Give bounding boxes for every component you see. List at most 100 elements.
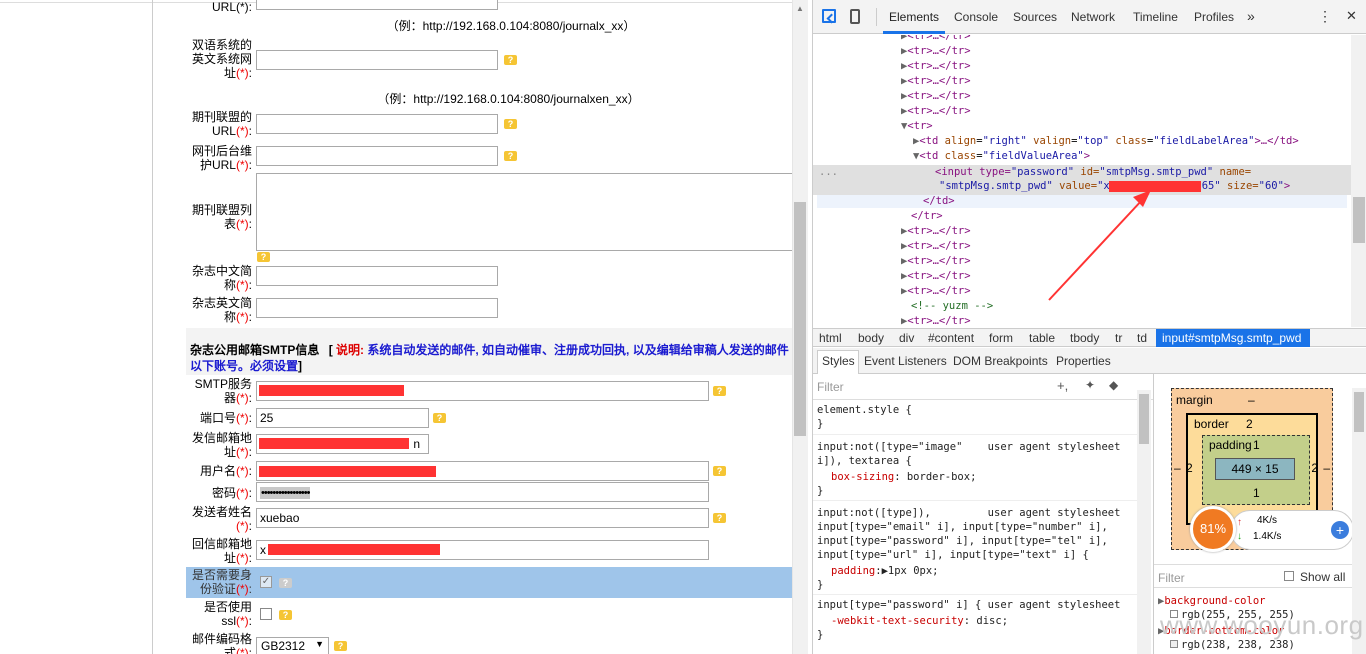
redaction — [259, 385, 404, 396]
tab-styles[interactable]: Styles — [822, 354, 855, 368]
port-input[interactable]: 25 — [256, 408, 429, 428]
journal-url-input[interactable] — [256, 0, 498, 10]
alliance-url-input[interactable] — [256, 114, 498, 134]
divider — [876, 8, 877, 26]
breadcrumb-item[interactable]: tr — [1115, 331, 1122, 345]
device-mode-icon[interactable] — [850, 9, 860, 24]
section-title: 杂志公用邮箱SMTP信息 — [190, 343, 320, 357]
help-icon[interactable]: ? — [334, 641, 347, 651]
alliance-url-label: 期刊联盟的 URL(*): — [191, 110, 252, 138]
tab-elements[interactable]: Elements — [889, 10, 939, 24]
tree-node[interactable]: ▶<tr>…</tr> — [901, 74, 971, 89]
breadcrumb-item-selected[interactable]: input#smtpMsg.smtp_pwd — [1162, 331, 1301, 345]
tab-timeline[interactable]: Timeline — [1133, 10, 1178, 24]
tab-dom-breakpoints[interactable]: DOM Breakpoints — [953, 354, 1048, 368]
tab-console[interactable]: Console — [954, 10, 998, 24]
box-model-padding: padding 1 449 × 15 1 — [1202, 435, 1310, 505]
computed-prop[interactable]: background-color — [1164, 595, 1265, 607]
tree-node[interactable]: ▶<tr>…</tr> — [901, 284, 971, 299]
tree-node[interactable]: </tr> — [911, 209, 943, 224]
help-icon[interactable]: ? — [713, 466, 726, 476]
styles-filter-input[interactable]: Filter — [817, 380, 844, 394]
tree-node[interactable]: ▶<tr>…</tr> — [901, 224, 971, 239]
new-rule-icon[interactable]: +, — [1057, 378, 1068, 393]
redaction — [259, 438, 409, 449]
help-icon[interactable]: ? — [504, 151, 517, 161]
cn-abbr-input[interactable] — [256, 266, 498, 286]
plus-icon[interactable]: + — [1331, 521, 1349, 539]
upload-arrow-icon: ↑ — [1237, 517, 1242, 528]
scrollbar-thumb[interactable] — [1139, 394, 1149, 444]
tree-comment[interactable]: <!-- yuzm --> — [911, 299, 993, 314]
tree-scrollbar[interactable] — [1351, 35, 1366, 327]
breadcrumb-item[interactable]: tbody — [1070, 331, 1099, 345]
cpu-gauge[interactable]: 81% — [1190, 506, 1236, 552]
breadcrumb-item[interactable]: html — [819, 331, 842, 345]
tree-node[interactable]: ▶<tr>…</tr> — [901, 314, 971, 327]
tab-properties[interactable]: Properties — [1056, 354, 1111, 368]
help-icon[interactable]: ? — [279, 578, 292, 588]
scrollbar-thumb[interactable] — [1354, 392, 1364, 432]
tree-node[interactable]: ▼<td class="fieldValueArea"> — [913, 149, 1090, 164]
tree-node-selected[interactable]: <input type="password" id="smtpMsg.smtp_… — [935, 165, 1251, 180]
tree-node[interactable]: ▶<tr>…</tr> — [901, 59, 971, 74]
en-url-input[interactable] — [256, 50, 498, 70]
tree-node[interactable]: ▶<tr>…</tr> — [901, 254, 971, 269]
breadcrumb-item[interactable]: div — [899, 331, 914, 345]
tab-network[interactable]: Network — [1071, 10, 1115, 24]
tree-node[interactable]: ▶<tr>…</tr> — [901, 239, 971, 254]
styles-scrollbar[interactable] — [1137, 390, 1151, 654]
tree-node[interactable]: ▶<tr>…</tr> — [901, 35, 971, 44]
download-arrow-icon: ↓ — [1237, 531, 1242, 542]
tree-node[interactable]: ▶<td align="right" valign="top" class="f… — [913, 134, 1299, 149]
tree-node[interactable]: </td> — [923, 194, 955, 209]
use-ssl-checkbox[interactable] — [260, 608, 272, 620]
computed-filter-input[interactable]: Filter — [1158, 571, 1185, 585]
help-icon[interactable]: ? — [433, 413, 446, 423]
inspect-icon[interactable] — [822, 9, 837, 24]
scrollbar-thumb[interactable] — [794, 202, 806, 436]
breadcrumb-item[interactable]: form — [989, 331, 1013, 345]
devtools-panel: Elements Console Sources Network Timelin… — [812, 0, 1366, 654]
help-icon[interactable]: ? — [713, 513, 726, 523]
breadcrumb-item[interactable]: td — [1137, 331, 1147, 345]
tab-event-listeners[interactable]: Event Listeners — [864, 354, 947, 368]
tree-node[interactable]: ▶<tr>…</tr> — [901, 104, 971, 119]
show-all-checkbox[interactable] — [1284, 571, 1294, 581]
close-icon[interactable]: ✕ — [1346, 8, 1357, 24]
example-text: （例：http://192.168.0.104:8080/journalxen_… — [377, 92, 640, 106]
page-scrollbar[interactable]: ▲ — [792, 0, 808, 654]
help-icon[interactable]: ? — [713, 386, 726, 396]
password-input[interactable]: ••••••••••••••••• — [256, 482, 709, 502]
box-model-content: 449 × 15 — [1215, 458, 1295, 480]
tree-node[interactable]: ▶<tr>…</tr> — [901, 269, 971, 284]
scroll-up-arrow-icon[interactable]: ▲ — [796, 4, 804, 13]
tab-profiles[interactable]: Profiles — [1194, 10, 1234, 24]
breadcrumb-item[interactable]: table — [1029, 331, 1055, 345]
annotation-arrow-icon — [1048, 190, 1151, 301]
color-format-icon[interactable]: ◆ — [1109, 378, 1118, 392]
backend-url-input[interactable] — [256, 146, 498, 166]
help-icon[interactable]: ? — [279, 610, 292, 620]
tree-node[interactable]: ▼<tr> — [901, 119, 933, 134]
breadcrumb-item[interactable]: body — [858, 331, 884, 345]
tree-node[interactable]: ▶<tr>…</tr> — [901, 89, 971, 104]
menu-icon[interactable]: ⋮ — [1318, 8, 1332, 25]
breadcrumb-item[interactable]: #content — [928, 331, 974, 345]
help-icon[interactable]: ? — [504, 119, 517, 129]
need-auth-checkbox[interactable]: ✓ — [260, 576, 272, 588]
alliance-list-textarea[interactable] — [256, 173, 796, 251]
note-text: 系统自动发送的邮件, 如自动催审、注册成功回执, 以及编辑给审稿人发送的邮件 — [367, 343, 789, 357]
url-label: URL(*): — [211, 0, 252, 14]
help-icon[interactable]: ? — [504, 55, 517, 65]
more-tabs-icon[interactable]: » — [1247, 8, 1255, 24]
tree-node[interactable]: ▶<tr>…</tr> — [901, 44, 971, 59]
help-icon[interactable]: ? — [257, 252, 270, 262]
encoding-select[interactable]: GB2312 ▼ — [256, 637, 329, 654]
en-abbr-input[interactable] — [256, 298, 498, 318]
sender-name-input[interactable]: xuebao — [256, 508, 709, 528]
network-speed-widget[interactable]: ↑ 4K/s ↓ 1.4K/s + — [1230, 510, 1354, 550]
pin-icon[interactable]: ✦ — [1085, 378, 1095, 392]
scrollbar-thumb[interactable] — [1353, 197, 1365, 243]
tab-sources[interactable]: Sources — [1013, 10, 1057, 24]
